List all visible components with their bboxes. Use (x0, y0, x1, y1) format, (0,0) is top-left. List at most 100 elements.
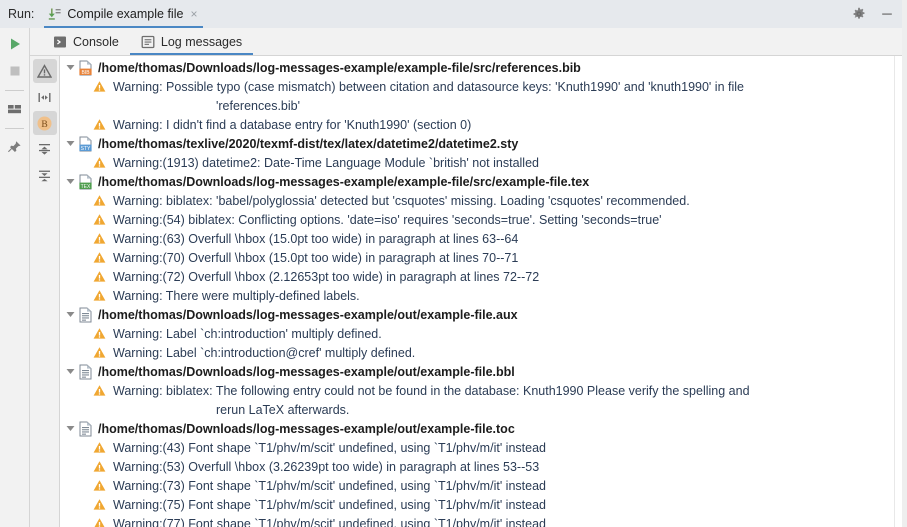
tab-console-label: Console (73, 34, 119, 49)
log-message-text: Warning:(54) biblatex: Conflicting optio… (113, 212, 662, 227)
warning-triangle-icon (93, 289, 106, 302)
file-path-label: /home/thomas/Downloads/log-messages-exam… (98, 60, 581, 75)
log-message-row[interactable]: Warning:(77) Font shape `T1/phv/m/scit' … (60, 514, 894, 527)
log-message-row[interactable]: Warning: biblatex: 'babel/polyglossia' d… (60, 191, 894, 210)
console-icon (53, 35, 67, 49)
toggle-soft-wrap-button[interactable] (33, 85, 57, 109)
layout-button[interactable] (3, 97, 27, 121)
tree-file-node[interactable]: BIB/home/thomas/Downloads/log-messages-e… (60, 58, 894, 77)
toggle-warnings-button[interactable] (32, 59, 57, 83)
warning-triangle-icon (93, 327, 106, 340)
chevron-down-icon[interactable] (64, 134, 77, 153)
log-message-row[interactable]: Warning:(43) Font shape `T1/phv/m/scit' … (60, 438, 894, 457)
run-label: Run: (8, 7, 35, 21)
log-message-text: 'references.bib' (216, 98, 300, 113)
file-path-label: /home/thomas/Downloads/log-messages-exam… (98, 307, 518, 322)
tree-file-node[interactable]: TEX/home/thomas/Downloads/log-messages-e… (60, 172, 894, 191)
log-message-text: Warning:(73) Font shape `T1/phv/m/scit' … (113, 478, 546, 493)
close-icon[interactable]: × (190, 8, 197, 20)
log-message-text: Warning:(1913) datetime2: Date-Time Lang… (113, 155, 539, 170)
log-message-text: Warning: Label `ch:introduction' multipl… (113, 326, 382, 341)
log-message-text: Warning: biblatex: 'babel/polyglossia' d… (113, 193, 690, 208)
warning-triangle-icon (93, 270, 106, 283)
warning-triangle-icon (93, 460, 106, 473)
log-message-row[interactable]: Warning: Label `ch:introduction@cref' mu… (60, 343, 894, 362)
generic-file-icon (78, 364, 93, 380)
tree-file-node[interactable]: /home/thomas/Downloads/log-messages-exam… (60, 419, 894, 438)
minimize-icon[interactable] (879, 6, 895, 22)
chevron-down-icon[interactable] (64, 305, 77, 324)
chevron-down-icon[interactable] (64, 172, 77, 191)
tab-console[interactable]: Console (42, 28, 130, 55)
tree-file-node[interactable]: STY/home/thomas/texlive/2020/texmf-dist/… (60, 134, 894, 153)
warning-triangle-icon (93, 498, 106, 511)
toolbar-divider-2 (5, 128, 24, 129)
log-message-text: Warning: biblatex: The following entry c… (113, 383, 750, 398)
run-left-toolbar (0, 28, 30, 527)
log-message-text: Warning:(77) Font shape `T1/phv/m/scit' … (113, 516, 546, 527)
toolbar-divider (5, 90, 24, 91)
log-message-text: Warning: Possible typo (case mismatch) b… (113, 79, 744, 94)
run-configuration-tab[interactable]: Compile example file × (44, 0, 204, 28)
log-message-row[interactable]: Warning: Label `ch:introduction' multipl… (60, 324, 894, 343)
run-tab-title: Compile example file (67, 7, 184, 21)
log-content-row: B BIB /home/thomas/Downloads/log-message… (30, 56, 907, 527)
stop-button[interactable] (3, 59, 27, 83)
run-titlebar: Run: Compile example file × (0, 0, 907, 28)
tab-log-messages[interactable]: Log messages (129, 28, 254, 55)
log-message-row[interactable]: Warning:(73) Font shape `T1/phv/m/scit' … (60, 476, 894, 495)
run-main-column: Console Log messages B BIB /home/thomas/… (30, 28, 907, 527)
sty-file-icon: STY (78, 136, 93, 152)
log-message-text: rerun LaTeX afterwards. (216, 402, 350, 417)
log-message-row[interactable]: Warning:(70) Overfull \hbox (15.0pt too … (60, 248, 894, 267)
svg-text:STY: STY (81, 145, 91, 151)
log-message-row[interactable]: Warning: biblatex: The following entry c… (60, 381, 894, 400)
warning-triangle-icon (93, 441, 106, 454)
window-right-edge (902, 0, 907, 527)
chevron-down-icon[interactable] (64, 362, 77, 381)
log-message-row[interactable]: Warning:(75) Font shape `T1/phv/m/scit' … (60, 495, 894, 514)
log-message-row[interactable]: Warning: Possible typo (case mismatch) b… (60, 77, 894, 96)
expand-all-button[interactable] (33, 163, 57, 187)
log-message-text: Warning:(63) Overfull \hbox (15.0pt too … (113, 231, 519, 246)
file-path-label: /home/thomas/Downloads/log-messages-exam… (98, 421, 515, 436)
log-message-row[interactable]: Warning:(54) biblatex: Conflicting optio… (60, 210, 894, 229)
log-message-continuation[interactable]: 'references.bib' (60, 96, 894, 115)
warning-triangle-icon (93, 346, 106, 359)
rerun-button[interactable] (3, 32, 27, 56)
chevron-down-icon[interactable] (64, 419, 77, 438)
toggle-bibtex-button[interactable]: B (32, 111, 57, 135)
generic-file-icon (78, 421, 93, 437)
tree-file-node[interactable]: /home/thomas/Downloads/log-messages-exam… (60, 305, 894, 324)
log-message-row[interactable]: Warning: I didn't find a database entry … (60, 115, 894, 134)
log-message-text: Warning:(72) Overfull \hbox (2.12653pt t… (113, 269, 540, 284)
log-message-row[interactable]: Warning:(63) Overfull \hbox (15.0pt too … (60, 229, 894, 248)
svg-text:B: B (41, 120, 47, 130)
log-message-text: Warning:(53) Overfull \hbox (3.26239pt t… (113, 459, 540, 474)
log-messages-icon (141, 35, 155, 49)
generic-file-icon (78, 307, 93, 323)
gear-icon[interactable] (851, 6, 867, 22)
warning-triangle-icon (93, 118, 106, 131)
log-message-continuation[interactable]: rerun LaTeX afterwards. (60, 400, 894, 419)
collapse-all-button[interactable] (33, 137, 57, 161)
warning-triangle-icon (93, 384, 106, 397)
tree-file-node[interactable]: /home/thomas/Downloads/log-messages-exam… (60, 362, 894, 381)
warning-triangle-icon (93, 251, 106, 264)
log-message-row[interactable]: Warning: There were multiply-defined lab… (60, 286, 894, 305)
log-message-text: Warning: Label `ch:introduction@cref' mu… (113, 345, 416, 360)
run-body: Console Log messages B BIB /home/thomas/… (0, 28, 907, 527)
log-message-text: Warning:(70) Overfull \hbox (15.0pt too … (113, 250, 519, 265)
log-message-row[interactable]: Warning:(72) Overfull \hbox (2.12653pt t… (60, 267, 894, 286)
titlebar-actions (851, 0, 907, 28)
log-messages-tree[interactable]: BIB/home/thomas/Downloads/log-messages-e… (60, 56, 894, 527)
svg-text:TEX: TEX (81, 183, 91, 189)
pin-tab-button[interactable] (3, 135, 27, 159)
log-message-row[interactable]: Warning:(1913) datetime2: Date-Time Lang… (60, 153, 894, 172)
chevron-down-icon[interactable] (64, 58, 77, 77)
log-icon-gutter: B (30, 56, 60, 527)
svg-text:BIB: BIB (81, 69, 90, 75)
log-message-text: Warning:(75) Font shape `T1/phv/m/scit' … (113, 497, 546, 512)
warning-triangle-icon (93, 80, 106, 93)
log-message-row[interactable]: Warning:(53) Overfull \hbox (3.26239pt t… (60, 457, 894, 476)
